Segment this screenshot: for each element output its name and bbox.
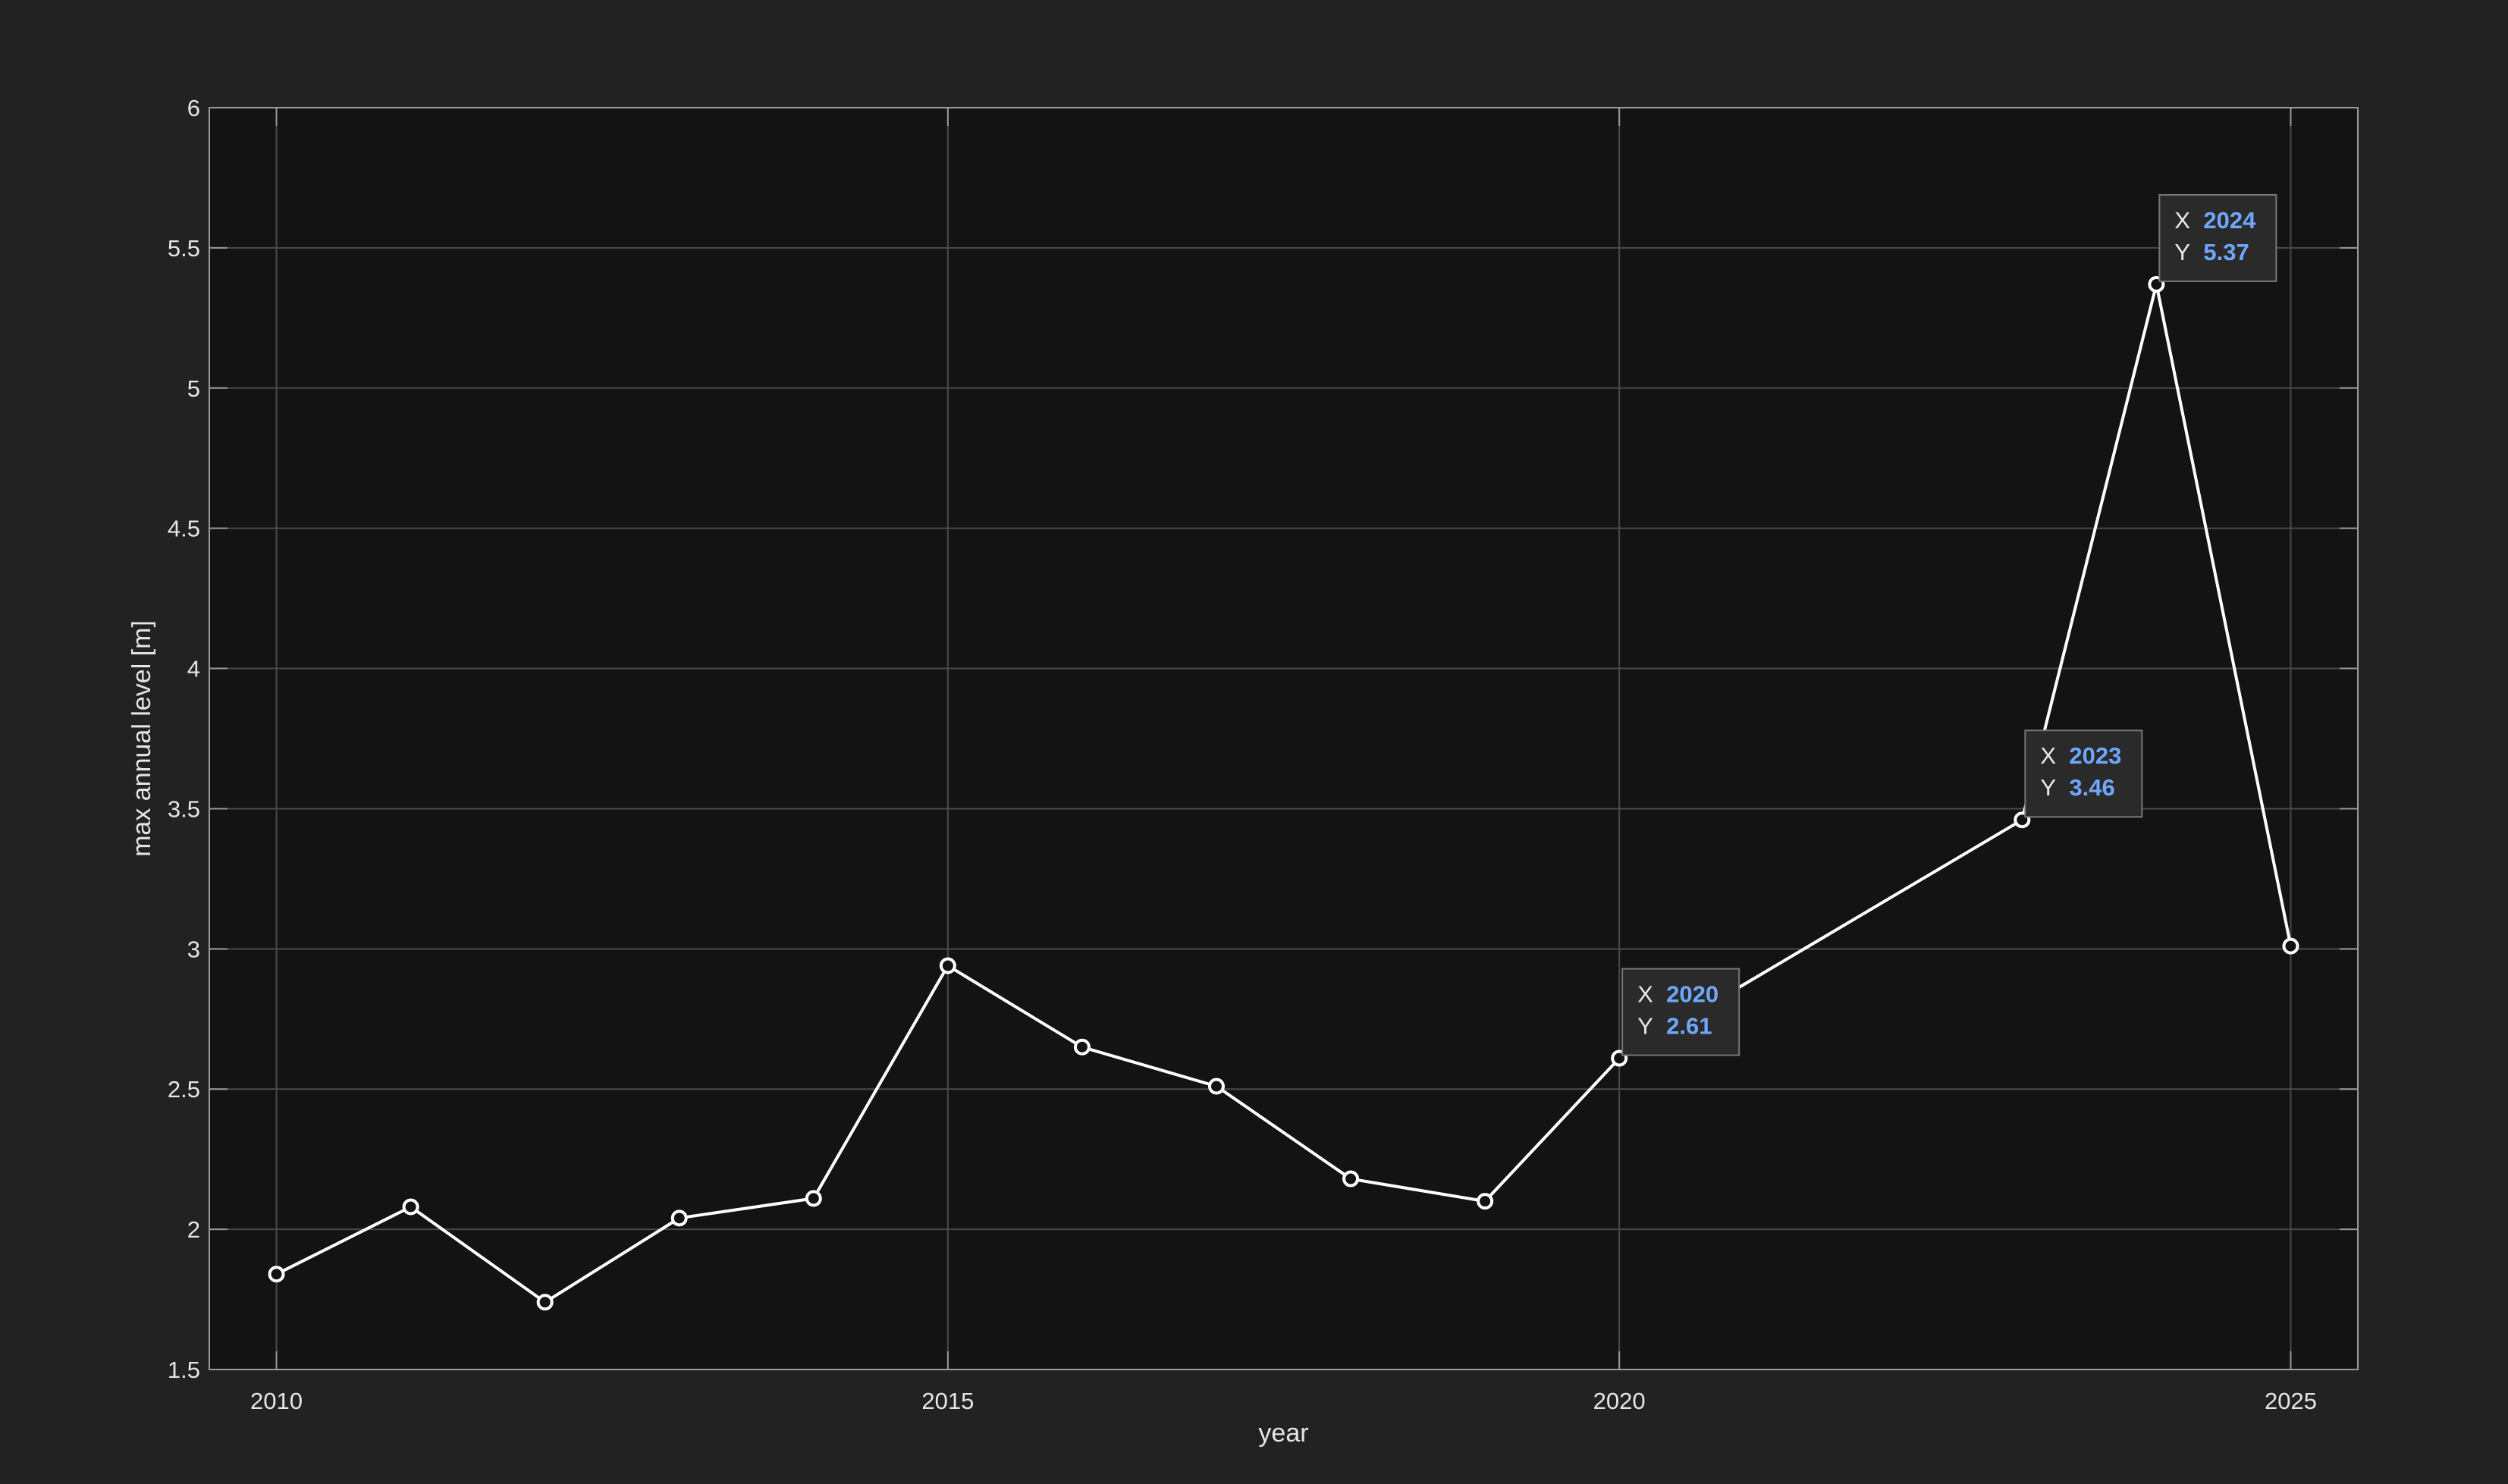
data-point[interactable] — [805, 1190, 822, 1207]
datatip-x-value: 2024 — [2203, 207, 2256, 234]
x-axis-label: year — [1258, 1419, 1308, 1448]
datatip[interactable]: X 2020 Y 2.61 — [1621, 968, 1741, 1056]
data-point[interactable] — [402, 1198, 419, 1216]
y-tick-labels: 1.5 2 2.5 3 3.5 4 4.5 5 5.5 6 — [168, 95, 200, 1383]
y-tick-label: 6 — [187, 95, 200, 121]
x-tick-label: 2025 — [2265, 1388, 2317, 1414]
datatip[interactable]: X 2023 Y 3.46 — [2024, 729, 2143, 818]
line-chart[interactable]: 2010 2015 2020 2025 1.5 2 2.5 3 3.5 4 4.5 5 5.5 6 ye… — [0, 0, 2508, 1480]
datatip-y-label: Y — [1637, 1013, 1653, 1040]
datatip-x-value: 2020 — [1666, 981, 1719, 1008]
datatip-x-label: X — [2174, 207, 2190, 234]
x-tick-label: 2015 — [921, 1388, 974, 1414]
y-axis-label: max annual level [m] — [127, 620, 156, 857]
x-tick-label: 2020 — [1593, 1388, 1646, 1414]
y-tick-label: 5.5 — [168, 235, 200, 262]
y-tick-label: 4 — [187, 656, 200, 682]
data-point[interactable] — [670, 1209, 688, 1227]
data-point[interactable] — [268, 1266, 285, 1283]
y-tick-label: 4.5 — [168, 516, 200, 542]
data-point[interactable] — [2282, 937, 2299, 955]
y-tick-label: 1.5 — [168, 1357, 200, 1383]
datatip-x-label: X — [2040, 742, 2056, 769]
datatip-y-value: 2.61 — [1666, 1013, 1712, 1040]
y-tick-label: 2.5 — [168, 1076, 200, 1103]
data-point[interactable] — [1477, 1193, 1494, 1210]
datatip-y-label: Y — [2040, 774, 2056, 801]
x-tick-label: 2010 — [250, 1388, 303, 1414]
data-point[interactable] — [939, 957, 956, 974]
data-point[interactable] — [1342, 1170, 1360, 1188]
datatip-y-value: 5.37 — [2203, 239, 2249, 265]
y-tick-label: 3 — [187, 936, 200, 962]
x-tick-labels: 2010 2015 2020 2025 — [250, 1388, 2317, 1414]
datatip-y-value: 3.46 — [2069, 774, 2114, 801]
datatip-y-label: Y — [2174, 239, 2190, 265]
y-tick-label: 3.5 — [168, 795, 200, 822]
figure: 2010 2015 2020 2025 1.5 2 2.5 3 3.5 4 4.5 5 5.5 6 ye… — [0, 0, 2508, 1480]
datatip-x-value: 2023 — [2069, 742, 2121, 769]
data-point[interactable] — [536, 1294, 554, 1311]
y-tick-label: 2 — [187, 1216, 200, 1243]
data-point[interactable] — [1073, 1038, 1091, 1056]
datatip[interactable]: X 2024 Y 5.37 — [2158, 193, 2277, 282]
y-tick-label: 5 — [187, 375, 200, 402]
data-point[interactable] — [1207, 1078, 1225, 1095]
datatip-x-label: X — [1637, 981, 1653, 1008]
